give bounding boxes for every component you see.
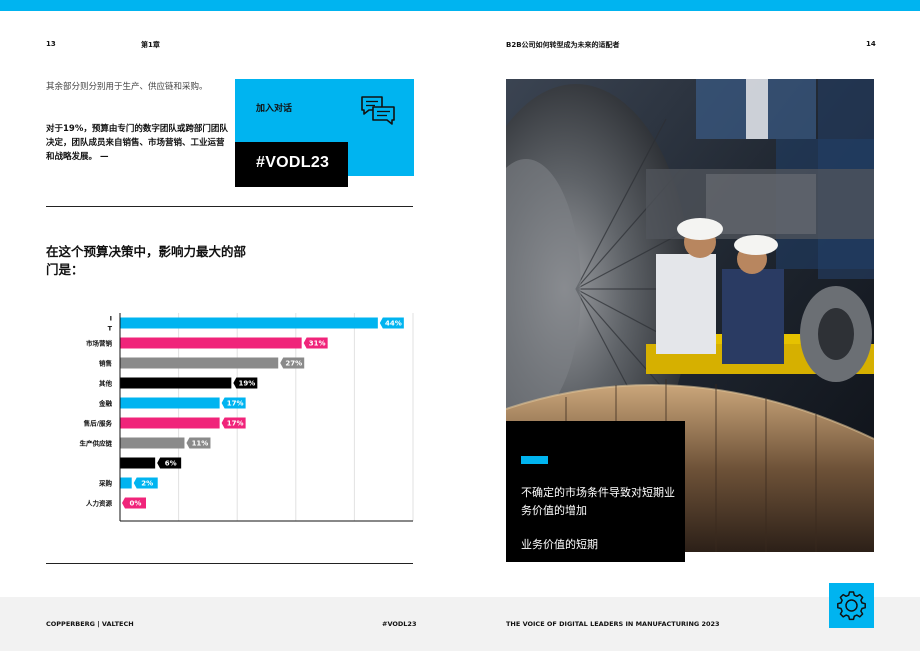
- gear-icon-box: [829, 583, 874, 628]
- chart-bar: [120, 437, 185, 449]
- footer-report-title: THE VOICE OF DIGITAL LEADERS IN MANUFACT…: [506, 620, 720, 628]
- chart-bar: [120, 417, 220, 429]
- category-label: 人力资源: [86, 499, 113, 508]
- chart-bar: [120, 477, 132, 489]
- category-label: I: [110, 315, 112, 323]
- page-number-left: 13: [46, 40, 56, 48]
- chart-bar: [120, 397, 220, 409]
- chart-question: 在这个预算决策中，影响力最大的部门是：: [46, 244, 247, 277]
- value-label: 19%: [238, 380, 255, 388]
- value-label: 17%: [227, 400, 244, 408]
- chart-bar: [120, 377, 232, 389]
- value-label: 2%: [141, 480, 153, 488]
- value-label: 44%: [385, 320, 402, 328]
- chart-bar: [120, 337, 302, 349]
- caption-line-2: 业务价值的短期: [521, 538, 598, 551]
- category-label: 金融: [98, 399, 113, 408]
- hashtag-text[interactable]: #VODL23: [256, 154, 329, 172]
- footer-brand: COPPERBERG | VALTECH: [46, 620, 134, 628]
- join-conversation-label: 加入对话: [256, 104, 293, 114]
- category-label: 销售: [99, 359, 112, 368]
- divider-top: [46, 206, 413, 207]
- footer-hashtag: #VODL23: [382, 620, 417, 628]
- chapter-label: 第1章: [141, 41, 160, 49]
- value-label: 17%: [227, 420, 244, 428]
- report-title: B2B公司如何转型成为未来的适配者: [506, 41, 620, 49]
- caption-line-1: 不确定的市场条件导致对短期业务价值的增加: [521, 486, 675, 517]
- category-label: 售后/服务: [84, 419, 113, 428]
- chart-bar: [120, 317, 378, 329]
- top-accent-bar: [0, 0, 920, 11]
- value-label: 0%: [130, 500, 142, 508]
- category-label: T: [108, 325, 113, 333]
- chart-bar: [120, 457, 156, 469]
- department-influence-chart: 44% 31% 27% 19% 17% 17% 11% 6% 2% 0% IT 市场营销销售其他金融售…: [80, 313, 414, 522]
- value-label: 6%: [165, 460, 177, 468]
- value-label: 31%: [309, 340, 326, 348]
- category-label: 其他: [99, 379, 113, 388]
- chart-bar: [120, 357, 279, 369]
- category-label: 采购: [99, 479, 113, 488]
- category-label: 市场营销: [86, 339, 113, 348]
- divider-bottom: [46, 563, 413, 564]
- gear-icon: [837, 591, 866, 621]
- intro-bold-text: 对于19%，预算由专门的数字团队或跨部门团队决定，团队成员来自销售、市场营销、工…: [46, 124, 228, 162]
- value-label: 11%: [192, 440, 209, 448]
- footer-band: [0, 597, 920, 651]
- intro-text: 其余部分则分别用于生产、供应链和采购。: [46, 82, 208, 92]
- caption-accent-bar: [521, 456, 548, 464]
- chat-bubbles-icon: [361, 96, 395, 125]
- value-label: 27%: [285, 360, 302, 368]
- category-label: 生产供应链: [80, 439, 113, 448]
- page-number-right: 14: [866, 40, 876, 48]
